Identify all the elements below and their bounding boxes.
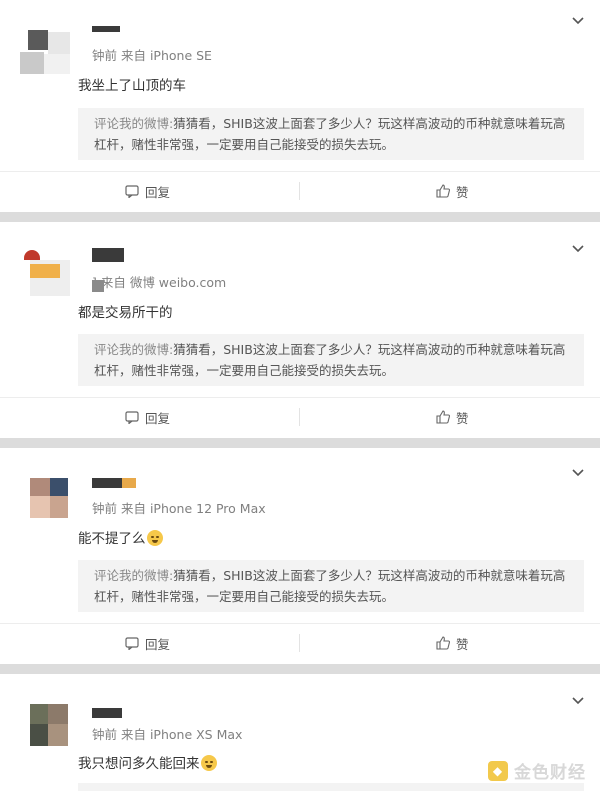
like-button[interactable]: 赞 bbox=[436, 398, 469, 436]
like-icon bbox=[436, 636, 450, 650]
username-redacted[interactable] bbox=[92, 248, 124, 262]
username-redacted[interactable] bbox=[92, 478, 122, 488]
reply-icon bbox=[125, 184, 139, 198]
crying-emoji-icon bbox=[200, 755, 217, 771]
avatar[interactable] bbox=[20, 246, 78, 304]
reply-icon bbox=[125, 636, 139, 650]
reply-label: 回复 bbox=[145, 410, 171, 426]
quote-text-line1: 猜猜看，SHIB这波上面套了多少人？玩这样高波动的币种就意味着玩高 bbox=[173, 342, 566, 357]
like-button[interactable]: 赞 bbox=[436, 172, 469, 210]
comment-actions: 回复 赞 bbox=[0, 397, 600, 436]
like-label: 赞 bbox=[456, 184, 469, 200]
quote-label: 评论我的微博: bbox=[94, 568, 174, 583]
quoted-post[interactable] bbox=[78, 783, 584, 791]
badge-redacted bbox=[122, 478, 136, 488]
chevron-down-icon[interactable] bbox=[572, 694, 584, 706]
quote-text-line1: 猜猜看，SHIB这波上面套了多少人？玩这样高波动的币种就意味着玩高 bbox=[173, 568, 566, 583]
quote-text-line2: 杠杆，赌性非常强，一定要用自己能接受的损失去玩。 bbox=[94, 589, 395, 604]
comment-meta: 钟前 来自 iPhone SE bbox=[92, 48, 212, 63]
reply-icon bbox=[125, 410, 139, 424]
comment-text: 能不提了么 bbox=[78, 527, 163, 547]
quote-label: 评论我的微博: bbox=[94, 342, 174, 357]
comment-text-value: 能不提了么 bbox=[78, 531, 146, 547]
quote-label: 评论我的微博: bbox=[94, 116, 174, 131]
comment-meta: 钟前 来自 iPhone 12 Pro Max bbox=[92, 501, 266, 516]
username-redacted[interactable] bbox=[92, 708, 122, 718]
comment-card-3: 钟前 来自 iPhone 12 Pro Max 能不提了么 评论我的微博:猜猜看… bbox=[0, 448, 600, 664]
divider bbox=[0, 212, 600, 222]
like-label: 赞 bbox=[456, 410, 469, 426]
divider bbox=[0, 664, 600, 674]
chevron-down-icon[interactable] bbox=[572, 14, 584, 26]
quoted-post[interactable]: 评论我的微博:猜猜看，SHIB这波上面套了多少人？玩这样高波动的币种就意味着玩高… bbox=[78, 108, 584, 160]
quote-text-line2: 杠杆，赌性非常强，一定要用自己能接受的损失去玩。 bbox=[94, 363, 395, 378]
comment-card-1: 钟前 来自 iPhone SE 我坐上了山顶的车 评论我的微博:猜猜看，SHIB… bbox=[0, 0, 600, 212]
quoted-post[interactable]: 评论我的微博:猜猜看，SHIB这波上面套了多少人？玩这样高波动的币种就意味着玩高… bbox=[78, 560, 584, 612]
comment-actions: 回复 赞 bbox=[0, 623, 600, 662]
avatar[interactable] bbox=[20, 696, 78, 754]
divider bbox=[0, 438, 600, 448]
comment-text: 我坐上了山顶的车 bbox=[78, 78, 186, 94]
reply-button[interactable]: 回复 bbox=[125, 398, 170, 436]
watermark: ◆ 金色财经 bbox=[488, 758, 586, 783]
quote-text-line1: 猜猜看，SHIB这波上面套了多少人？玩这样高波动的币种就意味着玩高 bbox=[173, 116, 566, 131]
crying-emoji-icon bbox=[146, 530, 163, 546]
like-button[interactable]: 赞 bbox=[436, 624, 469, 662]
action-separator bbox=[299, 182, 300, 200]
reply-button[interactable]: 回复 bbox=[125, 624, 170, 662]
action-separator bbox=[299, 408, 300, 426]
comment-text-value: 我只想问多久能回来 bbox=[78, 756, 200, 772]
quoted-post[interactable]: 评论我的微博:猜猜看，SHIB这波上面套了多少人？玩这样高波动的币种就意味着玩高… bbox=[78, 334, 584, 386]
watermark-text: 金色财经 bbox=[514, 763, 586, 783]
like-label: 赞 bbox=[456, 636, 469, 652]
comment-meta: 钟前 来自 iPhone XS Max bbox=[92, 727, 243, 742]
avatar[interactable] bbox=[20, 22, 78, 80]
comment-actions: 回复 赞 bbox=[0, 171, 600, 210]
comment-text: 我只想问多久能回来 bbox=[78, 752, 217, 772]
reply-button[interactable]: 回复 bbox=[125, 172, 170, 210]
chevron-down-icon[interactable] bbox=[572, 242, 584, 254]
action-separator bbox=[299, 634, 300, 652]
chevron-down-icon[interactable] bbox=[572, 466, 584, 478]
like-icon bbox=[436, 184, 450, 198]
badge-redacted bbox=[92, 280, 104, 292]
username-redacted[interactable] bbox=[92, 26, 120, 32]
like-icon bbox=[436, 410, 450, 424]
reply-label: 回复 bbox=[145, 184, 171, 200]
comment-text: 都是交易所干的 bbox=[78, 305, 173, 321]
comment-card-2: ] 来自 微博 weibo.com 都是交易所干的 评论我的微博:猜猜看，SHI… bbox=[0, 222, 600, 438]
comment-meta: ] 来自 微博 weibo.com bbox=[92, 275, 227, 290]
reply-label: 回复 bbox=[145, 636, 171, 652]
quote-text-line2: 杠杆，赌性非常强，一定要用自己能接受的损失去玩。 bbox=[94, 137, 395, 152]
comment-card-4: 钟前 来自 iPhone XS Max 我只想问多久能回来 ◆ 金色财经 bbox=[0, 674, 600, 791]
watermark-logo-icon: ◆ bbox=[488, 760, 508, 781]
avatar[interactable] bbox=[20, 478, 78, 536]
